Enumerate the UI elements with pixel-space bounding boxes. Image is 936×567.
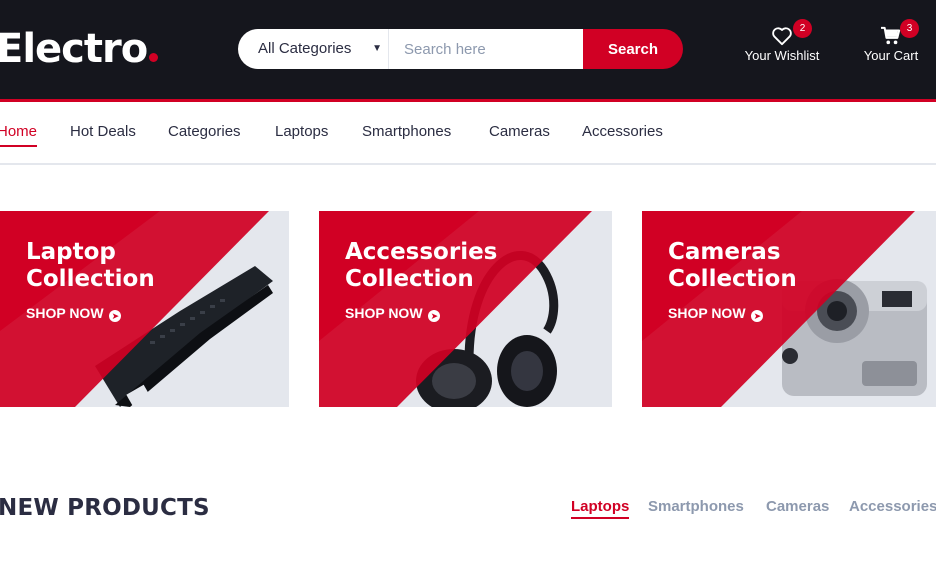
search-input[interactable] bbox=[389, 29, 583, 69]
collection-title: Accessories Collection bbox=[345, 239, 497, 293]
top-header: Electro All Categories ▼ Search Your Wis… bbox=[0, 0, 936, 99]
collection-title-line1: Accessories bbox=[345, 239, 498, 265]
search-form: All Categories ▼ Search bbox=[238, 29, 683, 69]
category-select[interactable]: All Categories ▼ bbox=[238, 29, 389, 69]
nav-item-laptops[interactable]: Laptops bbox=[275, 123, 328, 140]
main-navigation: Home Hot Deals Categories Laptops Smartp… bbox=[0, 102, 936, 165]
collection-card-cameras[interactable]: Cameras Collection SHOP NOW ➤ bbox=[642, 211, 936, 407]
shop-now-link[interactable]: SHOP NOW ➤ bbox=[26, 305, 122, 322]
logo-dot bbox=[149, 53, 159, 62]
cart-icon bbox=[881, 26, 901, 45]
nav-item-home[interactable]: Home bbox=[0, 123, 38, 147]
wishlist-link[interactable]: Your Wishlist 2 bbox=[738, 19, 826, 72]
shop-now-label: SHOP NOW bbox=[668, 305, 746, 321]
tab-laptops[interactable]: Laptops bbox=[571, 498, 630, 519]
heart-icon bbox=[772, 27, 792, 46]
tab-smartphones[interactable]: Smartphones bbox=[648, 498, 744, 515]
arrow-circle-right-icon: ➤ bbox=[751, 310, 764, 322]
shop-now-link[interactable]: SHOP NOW ➤ bbox=[668, 305, 764, 322]
nav-item-hot-deals[interactable]: Hot Deals bbox=[70, 123, 136, 140]
collection-title-line1: Laptop bbox=[26, 239, 116, 265]
caret-down-icon: ▼ bbox=[372, 43, 382, 54]
cart-label: Your Cart bbox=[863, 48, 919, 63]
cart-count-badge: 3 bbox=[900, 19, 919, 38]
logo[interactable]: Electro bbox=[0, 26, 159, 72]
collection-title: Laptop Collection bbox=[26, 239, 155, 293]
collection-title-line2: Collection bbox=[345, 266, 474, 292]
category-select-value: All Categories bbox=[258, 40, 352, 57]
collection-title: Cameras Collection bbox=[668, 239, 797, 293]
section-title: NEW PRODUCTS bbox=[0, 495, 210, 521]
arrow-circle-right-icon: ➤ bbox=[428, 310, 441, 322]
wishlist-label: Your Wishlist bbox=[744, 48, 820, 63]
nav-item-accessories[interactable]: Accessories bbox=[582, 123, 663, 140]
nav-item-smartphones[interactable]: Smartphones bbox=[362, 123, 451, 140]
tab-cameras[interactable]: Cameras bbox=[766, 498, 829, 515]
nav-item-cameras[interactable]: Cameras bbox=[489, 123, 550, 140]
shop-now-link[interactable]: SHOP NOW ➤ bbox=[345, 305, 441, 322]
collection-card-laptop[interactable]: Laptop Collection SHOP NOW ➤ bbox=[0, 211, 289, 407]
shop-now-label: SHOP NOW bbox=[26, 305, 104, 321]
nav-item-categories[interactable]: Categories bbox=[168, 123, 241, 140]
collection-card-accessories[interactable]: Accessories Collection SHOP NOW ➤ bbox=[319, 211, 612, 407]
tab-accessories[interactable]: Accessories bbox=[849, 498, 936, 515]
collection-title-line2: Collection bbox=[26, 266, 155, 292]
collection-title-line1: Cameras bbox=[668, 239, 781, 265]
shop-now-label: SHOP NOW bbox=[345, 305, 423, 321]
wishlist-count-badge: 2 bbox=[793, 19, 812, 38]
logo-text: Electro bbox=[0, 26, 148, 72]
search-button[interactable]: Search bbox=[583, 29, 683, 69]
arrow-circle-right-icon: ➤ bbox=[109, 310, 122, 322]
collection-title-line2: Collection bbox=[668, 266, 797, 292]
cart-link[interactable]: Your Cart 3 bbox=[858, 19, 924, 72]
